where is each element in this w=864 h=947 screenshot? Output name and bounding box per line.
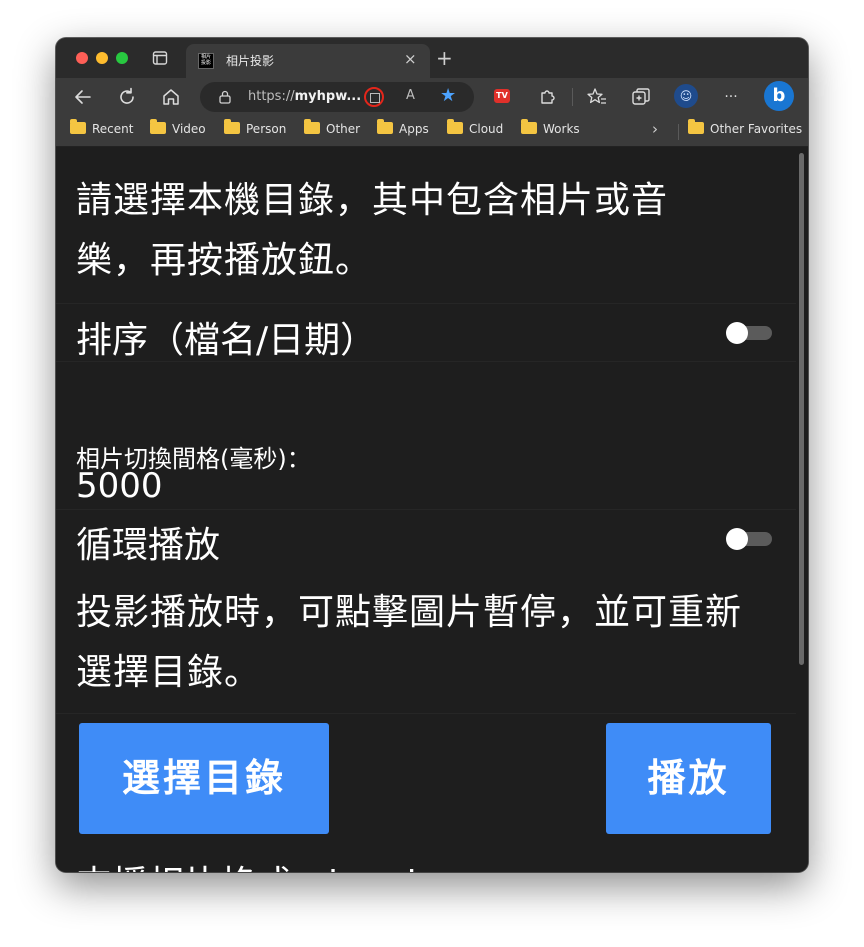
back-icon[interactable] bbox=[72, 86, 94, 108]
active-tab[interactable]: 相片投影 相片投影 × bbox=[186, 44, 430, 78]
app-available-inner-icon bbox=[370, 93, 380, 103]
bookmark-folder-other-favorites[interactable]: Other Favorites bbox=[688, 119, 803, 140]
url-text[interactable]: https://myhpw... bbox=[248, 89, 361, 104]
bookmark-folder-cloud[interactable]: Cloud bbox=[447, 119, 504, 140]
sort-toggle-knob bbox=[726, 322, 748, 344]
bookmark-label: Cloud bbox=[469, 122, 504, 136]
bookmark-label: Person bbox=[246, 122, 287, 136]
play-button[interactable]: 播放 bbox=[606, 723, 771, 834]
more-menu-icon[interactable]: ··· bbox=[720, 86, 742, 108]
folder-icon bbox=[70, 119, 86, 134]
loop-toggle-knob bbox=[726, 528, 748, 550]
sort-toggle[interactable] bbox=[726, 322, 772, 344]
toolbar-separator bbox=[572, 88, 573, 106]
read-aloud-icon[interactable]: A bbox=[406, 88, 415, 103]
folder-icon bbox=[224, 119, 240, 134]
bookmarks-separator bbox=[678, 124, 679, 140]
chevron-right-icon[interactable]: › bbox=[652, 120, 658, 138]
tab-title: 相片投影 bbox=[226, 54, 275, 68]
url-host: myhpw... bbox=[294, 89, 362, 104]
choose-directory-button[interactable]: 選擇目錄 bbox=[79, 723, 329, 834]
folder-icon bbox=[447, 119, 463, 134]
intro-text: 請選擇本機目錄，其中包含相片或音樂，再按播放鈕。 bbox=[76, 180, 669, 281]
tv-extension-icon[interactable]: TV bbox=[494, 89, 510, 103]
loop-label: 循環播放 bbox=[76, 525, 221, 566]
new-tab-button[interactable]: + bbox=[436, 46, 453, 70]
bookmark-label: Apps bbox=[399, 122, 429, 136]
browser-window: 相片投影 相片投影 × + https://myhpw... A ★ TV ☺ … bbox=[56, 38, 808, 872]
bookmark-folder-other[interactable]: Other bbox=[304, 119, 361, 140]
url-prefix: https:// bbox=[248, 89, 295, 104]
scrollbar-thumb[interactable] bbox=[799, 153, 804, 665]
bookmark-label: Recent bbox=[92, 122, 134, 136]
page-content: 請選擇本機目錄，其中包含相片或音樂，再按播放鈕。 排序（檔名/日期） 相片切換間… bbox=[56, 147, 796, 872]
interval-input[interactable]: 5000 bbox=[76, 466, 163, 506]
tab-favicon: 相片投影 bbox=[198, 53, 214, 69]
bookmark-folder-works[interactable]: Works bbox=[521, 119, 580, 140]
profile-avatar[interactable]: ☺ bbox=[674, 84, 698, 108]
toolbar: https://myhpw... A ★ TV ☺ ··· b bbox=[56, 78, 808, 116]
bookmark-folder-apps[interactable]: Apps bbox=[377, 119, 429, 140]
lock-icon[interactable] bbox=[218, 90, 232, 104]
bookmark-label: Works bbox=[543, 122, 580, 136]
bookmark-label: Video bbox=[172, 122, 206, 136]
tab-close-icon[interactable]: × bbox=[404, 50, 417, 68]
divider bbox=[56, 303, 796, 304]
refresh-icon[interactable] bbox=[116, 86, 138, 108]
tab-bar: 相片投影 相片投影 × + bbox=[56, 38, 808, 78]
bing-copilot-icon[interactable]: b bbox=[764, 81, 794, 111]
bookmark-folder-person[interactable]: Person bbox=[224, 119, 287, 140]
address-bar[interactable]: https://myhpw... A ★ bbox=[200, 82, 474, 112]
divider bbox=[56, 361, 796, 362]
tab-actions-icon[interactable] bbox=[152, 50, 168, 66]
extensions-icon[interactable] bbox=[536, 86, 558, 108]
favorite-star-icon[interactable]: ★ bbox=[440, 85, 456, 106]
favorites-icon[interactable] bbox=[586, 86, 608, 108]
folder-icon bbox=[304, 119, 320, 134]
zoom-window-button[interactable] bbox=[116, 52, 128, 64]
bookmark-label: Other Favorites bbox=[710, 122, 803, 136]
hint-text: 投影播放時，可點擊圖片暫停，並可重新選擇目錄。 bbox=[76, 592, 743, 693]
minimize-window-button[interactable] bbox=[96, 52, 108, 64]
collections-icon[interactable] bbox=[630, 86, 652, 108]
home-icon[interactable] bbox=[160, 86, 182, 108]
close-window-button[interactable] bbox=[76, 52, 88, 64]
bookmarks-bar: Recent Video Person Other Apps Cloud Wor… bbox=[56, 116, 808, 147]
folder-icon bbox=[377, 119, 393, 134]
app-available-icon[interactable] bbox=[364, 87, 384, 107]
formats-text: 支援相片格式：jpg, jpeg, svg, png, bbox=[76, 855, 673, 872]
bookmark-label: Other bbox=[326, 122, 361, 136]
bookmark-folder-recent[interactable]: Recent bbox=[70, 119, 134, 140]
folder-icon bbox=[521, 119, 537, 134]
loop-toggle[interactable] bbox=[726, 528, 772, 550]
bookmark-folder-video[interactable]: Video bbox=[150, 119, 206, 140]
divider bbox=[56, 713, 796, 714]
folder-icon bbox=[688, 119, 704, 134]
folder-icon bbox=[150, 119, 166, 134]
sort-label: 排序（檔名/日期） bbox=[76, 320, 377, 361]
scrollbar[interactable] bbox=[796, 147, 808, 872]
divider bbox=[56, 509, 796, 510]
